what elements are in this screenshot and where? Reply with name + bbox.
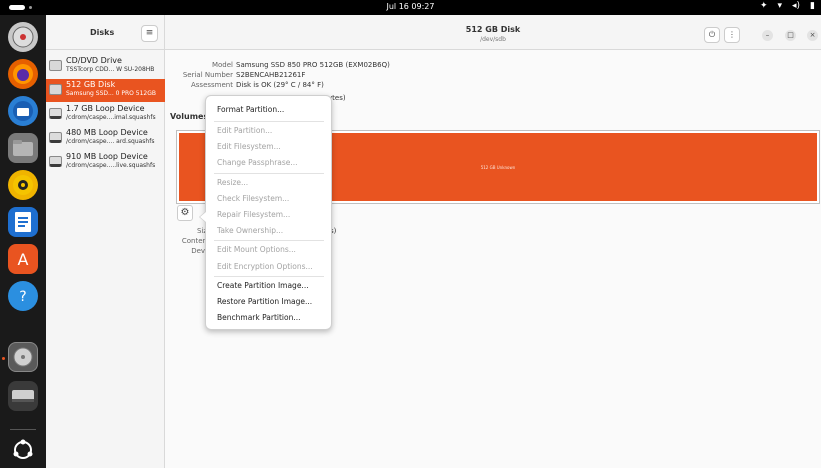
disk-item-loop-1[interactable]: 1.7 GB Loop Device /cdrom/caspe....imal.… bbox=[46, 103, 165, 126]
menu-item-repair-filesystem: Repair Filesystem... bbox=[217, 210, 291, 219]
page-subtitle: /dev/sdb bbox=[480, 36, 506, 43]
maximize-button[interactable]: □ bbox=[785, 30, 796, 41]
serial-label: Serial Number bbox=[182, 71, 233, 79]
menu-item-edit-encryption-options: Edit Encryption Options... bbox=[217, 262, 313, 271]
menu-item-take-ownership: Take Ownership... bbox=[217, 226, 284, 235]
header-bar: 512 GB Disk /dev/sdb ⏻ ⋮ – □ × bbox=[165, 15, 821, 50]
dock: A ? bbox=[0, 15, 46, 468]
clock[interactable]: Jul 16 09:27 bbox=[0, 2, 821, 11]
disk-subtitle: TSSTcorp CDD... W SU-208HB bbox=[66, 66, 155, 73]
sidebar-title: Disks bbox=[90, 28, 115, 37]
menu-item-edit-filesystem: Edit Filesystem... bbox=[217, 142, 281, 151]
disk-item-loop-3[interactable]: 910 MB Loop Device /cdrom/caspe.....live… bbox=[46, 151, 165, 174]
running-indicator bbox=[2, 357, 5, 360]
help-icon[interactable]: ? bbox=[8, 281, 38, 311]
optical-drive-icon bbox=[49, 60, 62, 71]
accessibility-icon[interactable]: ✦ bbox=[760, 1, 768, 11]
disk-item-512gb[interactable]: 512 GB Disk Samsung SSD... 0 PRO 512GB bbox=[46, 79, 165, 102]
assessment-label: Assessment bbox=[191, 81, 233, 89]
close-button[interactable]: × bbox=[807, 30, 818, 41]
writer-icon[interactable] bbox=[8, 207, 38, 237]
menu-item-format-partition[interactable]: Format Partition... bbox=[217, 105, 284, 114]
system-tray[interactable]: ✦ ▾ ◂) ▮ bbox=[760, 1, 815, 11]
app-center-icon[interactable]: A bbox=[8, 244, 38, 274]
network-icon[interactable]: ▾ bbox=[777, 1, 782, 11]
volume-icon[interactable]: ◂) bbox=[792, 1, 800, 11]
serial-value: S2BENCAHB21261F bbox=[236, 71, 306, 79]
disk-item-cd-dvd[interactable]: CD/DVD Drive TSSTcorp CDD... W SU-208HB bbox=[46, 55, 165, 78]
drive-menu-button[interactable]: ⋮ bbox=[724, 27, 740, 43]
menu-separator bbox=[214, 121, 324, 122]
sidebar: Disks ≡ CD/DVD Drive TSSTcorp CDD... W S… bbox=[46, 15, 165, 468]
menu-item-check-filesystem: Check Filesystem... bbox=[217, 194, 290, 203]
disk-name: CD/DVD Drive bbox=[66, 56, 122, 65]
firefox-icon[interactable] bbox=[8, 59, 38, 89]
files-icon[interactable] bbox=[8, 133, 38, 163]
loop-device-icon bbox=[49, 156, 62, 167]
svg-text:A: A bbox=[18, 250, 29, 269]
menu-item-resize: Resize... bbox=[217, 178, 249, 187]
menu-item-benchmark-partition[interactable]: Benchmark Partition... bbox=[217, 313, 301, 322]
menu-item-edit-mount-options: Edit Mount Options... bbox=[217, 245, 296, 254]
top-bar: Jul 16 09:27 ✦ ▾ ◂) ▮ bbox=[0, 0, 821, 15]
disk-name: 1.7 GB Loop Device bbox=[66, 104, 145, 113]
disk-name: 910 MB Loop Device bbox=[66, 152, 148, 161]
disk-subtitle: Samsung SSD... 0 PRO 512GB bbox=[66, 90, 157, 97]
show-apps-icon[interactable] bbox=[8, 435, 38, 465]
disk-subtitle: /cdrom/caspe.... ard.squashfs bbox=[66, 138, 155, 145]
page-title: 512 GB Disk bbox=[465, 25, 521, 34]
menu-item-change-passphrase: Change Passphrase... bbox=[217, 158, 298, 167]
loop-device-icon bbox=[49, 108, 62, 119]
minimize-button[interactable]: – bbox=[762, 30, 773, 41]
hard-disk-icon bbox=[49, 84, 62, 95]
volumes-title: Volumes bbox=[170, 112, 209, 121]
dock-separator bbox=[10, 429, 36, 430]
device-label: Devi bbox=[191, 247, 207, 255]
model-label: Model bbox=[211, 61, 233, 69]
disks-utility-icon[interactable] bbox=[8, 342, 38, 372]
disk-item-loop-2[interactable]: 480 MB Loop Device /cdrom/caspe.... ard.… bbox=[46, 127, 165, 150]
contents-label: Conten bbox=[181, 237, 207, 245]
rhythmbox-icon[interactable] bbox=[8, 170, 38, 200]
sidebar-header: Disks ≡ bbox=[46, 15, 164, 50]
disks-app-icon[interactable] bbox=[8, 22, 38, 52]
disk-subtitle: /cdrom/caspe.....live.squashfs bbox=[66, 162, 156, 169]
model-value: Samsung SSD 850 PRO 512GB (EXM02B6Q) bbox=[236, 61, 390, 69]
menu-separator bbox=[214, 173, 324, 174]
thunderbird-icon[interactable] bbox=[8, 96, 38, 126]
menu-separator bbox=[214, 276, 324, 277]
svg-text:?: ? bbox=[19, 289, 26, 305]
menu-item-edit-partition: Edit Partition... bbox=[217, 126, 273, 135]
disk-subtitle: /cdrom/caspe....imal.squashfs bbox=[66, 114, 156, 121]
menu-separator bbox=[214, 240, 324, 241]
hamburger-menu-button[interactable]: ≡ bbox=[141, 25, 158, 42]
disk-name: 512 GB Disk bbox=[66, 80, 116, 89]
battery-icon[interactable]: ▮ bbox=[810, 1, 815, 11]
menu-item-restore-partition-image[interactable]: Restore Partition Image... bbox=[217, 297, 312, 306]
size-label: Siz bbox=[196, 227, 207, 235]
drive-icon[interactable] bbox=[8, 381, 38, 411]
assessment-value: Disk is OK (29° C / 84° F) bbox=[236, 81, 324, 89]
disks-window: Disks ≡ CD/DVD Drive TSSTcorp CDD... W S… bbox=[46, 15, 821, 468]
popover-arrow bbox=[199, 211, 206, 223]
gear-icon[interactable]: ⚙ bbox=[177, 205, 193, 221]
loop-device-icon bbox=[49, 132, 62, 143]
power-off-button[interactable]: ⏻ bbox=[704, 27, 720, 43]
menu-item-create-partition-image[interactable]: Create Partition Image... bbox=[217, 281, 309, 290]
disk-name: 480 MB Loop Device bbox=[66, 128, 148, 137]
partition-menu-popover: Format Partition... Edit Partition... Ed… bbox=[199, 95, 332, 330]
